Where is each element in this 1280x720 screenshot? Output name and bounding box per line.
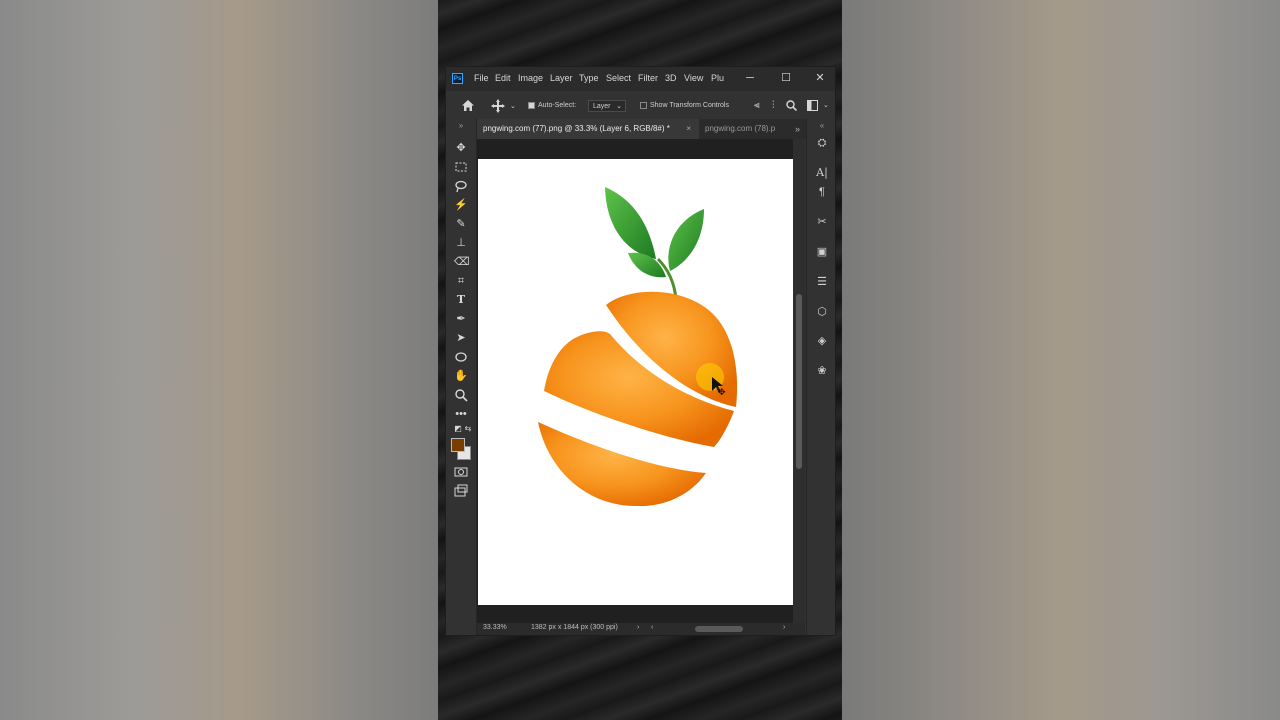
search-icon[interactable] [786, 100, 797, 111]
brush-icon[interactable]: ✎ [454, 217, 468, 231]
photoshop-window: Ps File Edit Image Layer Type Select Fil… [445, 66, 836, 636]
adjustments-icon[interactable]: ☰ [815, 275, 829, 289]
menu-edit[interactable]: Edit [495, 73, 511, 83]
collapse-panel-icon[interactable]: » [454, 119, 468, 133]
photoshop-logo-icon: Ps [452, 73, 463, 84]
quick-mask-icon[interactable] [454, 465, 468, 479]
3d-icon[interactable]: ⬡ [815, 305, 829, 319]
auto-select-label: Auto-Select: [538, 102, 577, 109]
menu-select[interactable]: Select [606, 73, 631, 83]
chevron-right-icon[interactable]: › [637, 624, 639, 631]
close-icon[interactable]: × [686, 119, 691, 139]
menu-view[interactable]: View [684, 73, 703, 83]
tab-label: pngwing.com (78).p [705, 124, 776, 133]
type-icon[interactable]: T [454, 293, 468, 307]
ellipse-icon[interactable] [454, 350, 468, 364]
maximize-button[interactable]: ☐ [778, 70, 794, 86]
svg-text:✥: ✥ [718, 388, 726, 398]
background-left-blur [0, 0, 438, 720]
layers-icon[interactable]: ◈ [815, 334, 829, 348]
show-transform-checkbox[interactable] [640, 102, 647, 109]
eraser-icon[interactable]: ⌫ [454, 255, 470, 269]
panel-dock: « ⛭ A| ¶ ✂ ▣ ☰ ⬡ ◈ ❀ [806, 119, 835, 635]
canvas-area[interactable]: ✥ [477, 139, 793, 623]
swap-colors-icon[interactable]: ⇆ [461, 422, 475, 436]
vertical-scroll-thumb[interactable] [796, 294, 802, 469]
scroll-left-icon[interactable]: ‹ [651, 624, 653, 631]
chevron-down-icon: ⌄ [510, 103, 516, 110]
document-info: 1382 px x 1844 px (300 ppi) [531, 624, 618, 631]
sliced-orange-image: ✥ [538, 187, 738, 507]
status-bar: 33.33% 1382 px x 1844 px (300 ppi) › ‹ › [477, 623, 805, 635]
vertical-scrollbar[interactable] [793, 139, 805, 623]
zoom-level[interactable]: 33.33% [483, 624, 507, 631]
paragraph-icon[interactable]: ¶ [815, 185, 829, 199]
document-canvas[interactable]: ✥ [478, 159, 793, 605]
tab-label: pngwing.com (77).png @ 33.3% (Layer 6, R… [483, 124, 670, 133]
chevron-down-icon: ⌄ [823, 102, 829, 109]
channels-icon[interactable]: ❀ [815, 364, 829, 378]
lasso-icon[interactable] [454, 179, 468, 193]
auto-select-checkbox[interactable] [528, 102, 535, 109]
menu-image[interactable]: Image [518, 73, 543, 83]
auto-select-target-value: Layer [593, 103, 611, 110]
show-transform-label: Show Transform Controls [650, 102, 729, 109]
tabs-overflow-icon[interactable]: » [795, 124, 800, 134]
title-bar: Ps File Edit Image Layer Type Select Fil… [446, 67, 835, 91]
scroll-right-icon[interactable]: › [783, 624, 785, 631]
libraries-icon[interactable]: ⛭ [815, 136, 829, 150]
character-icon[interactable]: A| [815, 166, 829, 180]
minimize-button[interactable]: ─ [742, 70, 758, 86]
stamp-icon[interactable]: ⊥ [454, 236, 468, 250]
selection-arrow-icon[interactable]: ➤ [454, 331, 468, 345]
crop-icon[interactable]: ⌗ [454, 274, 468, 288]
menu-3d[interactable]: 3D [665, 73, 677, 83]
horizontal-scroll-thumb[interactable] [695, 626, 743, 632]
tab-active-document[interactable]: pngwing.com (77).png @ 33.3% (Layer 6, R… [477, 119, 699, 139]
move-icon[interactable]: ✥ [454, 141, 468, 155]
workspace-icon[interactable] [807, 100, 818, 111]
tools-panel: » ✥ ⚡ ✎ ⊥ ⌫ ⌗ T ✒ ➤ ✋ ••• ◩ ⇆ [446, 119, 477, 635]
screen-mode-icon[interactable] [454, 484, 468, 498]
hand-icon[interactable]: ✋ [454, 369, 468, 383]
menu-filter[interactable]: Filter [638, 73, 658, 83]
foreground-color-swatch[interactable] [451, 438, 465, 452]
magic-wand-icon[interactable]: ⚡ [454, 198, 468, 212]
menu-file[interactable]: File [474, 73, 489, 83]
menu-type[interactable]: Type [579, 73, 599, 83]
swatches-icon[interactable]: ▣ [815, 245, 829, 259]
collapse-panel-icon[interactable]: « [815, 119, 829, 133]
options-bar: ⌄ Auto-Select: Layer ⌄ Show Transform Co… [446, 93, 835, 120]
home-icon[interactable] [461, 99, 475, 112]
distribute-icon[interactable]: ⫶ [772, 100, 775, 111]
align-left-icon[interactable]: ⫷ [754, 100, 760, 111]
pen-icon[interactable]: ✒ [454, 312, 468, 326]
close-button[interactable]: ✕ [812, 70, 828, 86]
menu-plugins[interactable]: Plu [711, 73, 724, 83]
menu-layer[interactable]: Layer [550, 73, 573, 83]
background-right-blur [842, 0, 1280, 720]
tools-icon[interactable]: ✂ [815, 215, 829, 229]
auto-select-target-dropdown[interactable]: Layer ⌄ [588, 100, 626, 112]
zoom-icon[interactable] [454, 388, 468, 402]
more-icon[interactable]: ••• [454, 407, 468, 421]
move-tool-options-icon[interactable] [491, 99, 505, 113]
marquee-icon[interactable] [454, 160, 468, 174]
document-tabs: pngwing.com (77).png @ 33.3% (Layer 6, R… [477, 119, 807, 139]
chevron-down-icon: ⌄ [616, 103, 622, 110]
